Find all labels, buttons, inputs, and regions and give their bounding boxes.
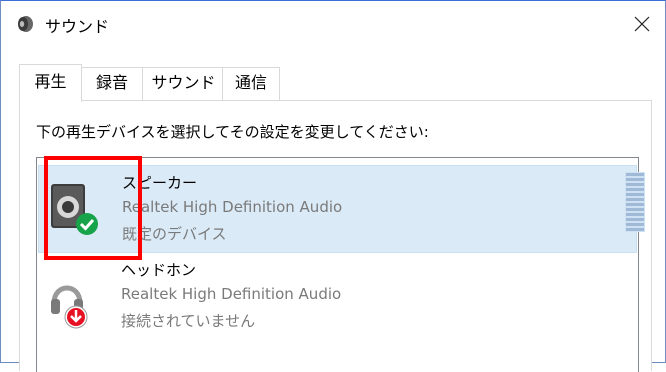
window-title: サウンド [45, 17, 110, 36]
close-button[interactable] [619, 1, 665, 47]
default-check-icon [76, 213, 98, 235]
close-icon [634, 16, 650, 32]
playback-panel: 下の再生デバイスを選択してその設定を変更してください: スピーカー Realte… [19, 100, 652, 372]
device-name: ヘッドホン [121, 261, 197, 279]
device-driver: Realtek High Definition Audio [121, 285, 342, 303]
device-status: 接続されていません [121, 312, 256, 330]
volume-level-meter [625, 172, 645, 232]
tab-playback[interactable]: 再生 [19, 64, 82, 102]
speaker-icon [51, 184, 98, 235]
device-list[interactable]: スピーカー Realtek High Definition Audio 既定のデ… [36, 157, 645, 372]
instruction-text: 下の再生デバイスを選択してその設定を変更してください: [36, 123, 429, 141]
device-item-headphones[interactable]: ヘッドホン Realtek High Definition Audio 接続され… [38, 255, 637, 343]
tab-sounds[interactable]: サウンド [142, 67, 225, 101]
headphones-icon [51, 285, 88, 329]
device-name: スピーカー [122, 174, 198, 192]
device-driver: Realtek High Definition Audio [122, 198, 343, 216]
device-status: 既定のデバイス [122, 225, 227, 243]
speaker-title-icon [18, 16, 33, 32]
sound-dialog: サウンド 再生 録音 サウンド 通信 下の再生デバイスを選択してその設定を変更し… [0, 0, 666, 372]
device-item-speaker[interactable]: スピーカー Realtek High Definition Audio 既定のデ… [38, 165, 645, 253]
tab-communications[interactable]: 通信 [222, 67, 280, 101]
title-bar: サウンド [1, 1, 665, 47]
tab-recording[interactable]: 録音 [79, 67, 145, 101]
